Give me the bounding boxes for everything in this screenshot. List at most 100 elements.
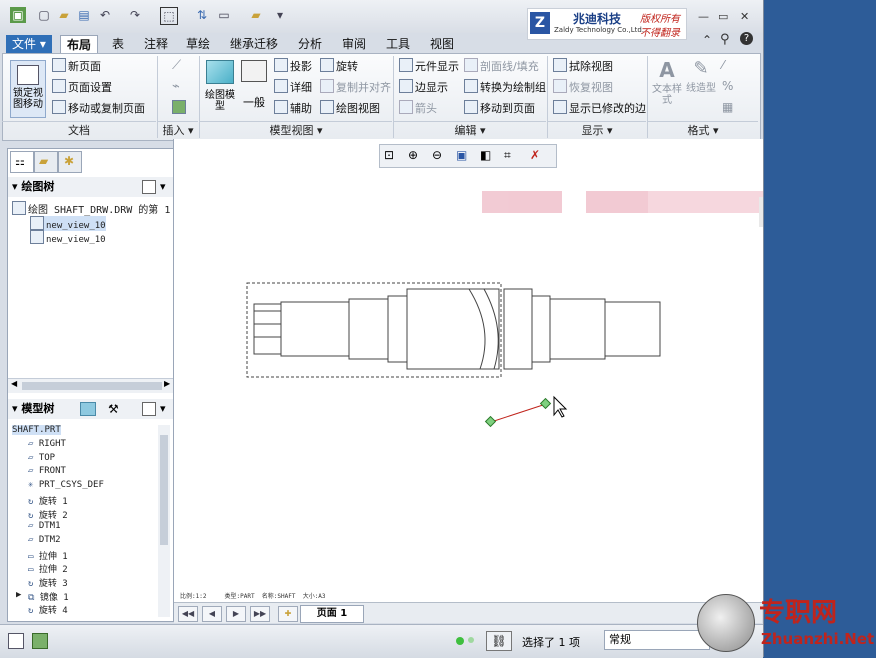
auxiliary-button[interactable]: 辅助	[274, 100, 312, 116]
model-tree-item[interactable]: ▱ DTM1	[28, 521, 61, 531]
page-setup-button[interactable]: 页面设置	[52, 79, 112, 95]
show-modified-edges-button[interactable]: 显示已修改的边	[553, 100, 646, 116]
first-page-button[interactable]: ◀◀	[178, 606, 198, 622]
scroll-left-icon[interactable]: ◀	[11, 379, 17, 388]
scroll-thumb[interactable]	[22, 382, 162, 390]
last-page-button[interactable]: ▶▶	[250, 606, 270, 622]
group-edit[interactable]: 编辑 ▾	[394, 121, 546, 139]
shaft-view[interactable]	[246, 282, 661, 378]
tab-table[interactable]: 表	[106, 35, 130, 53]
model-tree-item[interactable]: ▭ 拉伸 1	[28, 549, 68, 562]
arrow-button[interactable]: 箭头	[399, 100, 437, 116]
scroll-thumb[interactable]	[160, 435, 168, 545]
model-tree-item[interactable]: ↻ 旋转 1	[28, 494, 68, 507]
model-tree-item[interactable]: ↻ 旋转 2	[28, 508, 68, 521]
folder-icon[interactable]: ▰	[248, 7, 264, 23]
regen-icon[interactable]: ⇅	[194, 7, 210, 23]
model-icon[interactable]	[80, 402, 96, 416]
windows-icon[interactable]: ▭	[216, 7, 232, 23]
restore-view-button[interactable]: 恢复视图	[553, 79, 613, 95]
model-tree-item[interactable]: ↻ 旋转 4	[28, 603, 68, 616]
model-tree-item[interactable]: ▱ FRONT	[28, 466, 66, 476]
copy-align-button[interactable]: 复制并对齐	[320, 79, 391, 95]
tools-icon[interactable]: ⚒	[108, 399, 119, 419]
section-line-button[interactable]: 剖面线/填充	[464, 58, 539, 74]
edge-display-button[interactable]: 边显示	[399, 79, 448, 95]
more-icon[interactable]: ▾	[272, 7, 288, 23]
revolve-button[interactable]: 旋转	[320, 58, 358, 74]
drawing-tree-item[interactable]: new_view_10	[30, 216, 106, 231]
group-format[interactable]: 格式 ▾	[648, 121, 758, 139]
detail-button[interactable]: 详细	[274, 79, 312, 95]
filter-select[interactable]: 常规	[604, 630, 710, 650]
model-tree-item[interactable]: ▱ DTM2	[28, 535, 61, 545]
chevron-down-icon[interactable]: ▾	[160, 177, 166, 197]
page-tab[interactable]: 页面 1	[300, 605, 364, 623]
projection-button[interactable]: 投影	[274, 58, 312, 74]
drawing-tree-item[interactable]: new_view_10	[30, 230, 106, 245]
tab-legacy-migration[interactable]: 继承迁移	[224, 35, 284, 53]
previous-page-button[interactable]: ◀	[202, 606, 222, 622]
convert-to-drawing-button[interactable]: 转换为绘制组	[464, 79, 546, 95]
minimize-icon[interactable]: —	[698, 10, 709, 23]
navigator-toggle-icon[interactable]	[8, 633, 24, 649]
move-to-page-button[interactable]: 移动到页面	[464, 100, 535, 116]
model-tree-item[interactable]: ▶ ⧉ 镜像 1	[16, 590, 69, 603]
chevron-down-icon[interactable]: ▾	[160, 399, 166, 419]
new-icon[interactable]: ▢	[36, 7, 52, 23]
format-percent-icon[interactable]: %	[722, 79, 733, 93]
vertical-scrollbar[interactable]	[158, 425, 170, 617]
maximize-icon[interactable]: ▭	[718, 10, 728, 23]
general-view-button[interactable]: 一般	[240, 60, 268, 116]
tab-tools[interactable]: 工具	[380, 35, 416, 53]
drawing-model-button[interactable]: 绘图模型	[204, 60, 236, 116]
drawing-canvas[interactable]: ⊡ ⊕ ⊖ ▣ ◧ ⌗ ✗ 比例:1:2 类型:PART 名称:SHAFT 大小…	[173, 139, 763, 604]
drawing-view-button[interactable]: 绘图视图	[320, 100, 380, 116]
add-page-icon[interactable]: ✚	[278, 606, 298, 622]
panel-tab-folder[interactable]: ▰	[34, 151, 58, 173]
collapse-icon[interactable]: ▾	[12, 402, 18, 415]
browser-toggle-icon[interactable]	[32, 633, 48, 649]
new-page-button[interactable]: 新页面	[52, 58, 101, 74]
select-icon[interactable]: ⬚	[160, 7, 178, 25]
erase-view-button[interactable]: 拭除视图	[553, 58, 613, 74]
tree-settings-icon[interactable]	[142, 402, 156, 416]
scroll-right-icon[interactable]: ▶	[164, 379, 170, 388]
model-tree-item[interactable]: ↻ 旋转 3	[28, 576, 68, 589]
save-icon[interactable]: ▤	[76, 7, 92, 23]
element-display-button[interactable]: 元件显示	[399, 58, 459, 74]
line-style-button[interactable]: ✎ 线造型	[686, 58, 716, 116]
insert-link-icon[interactable]: ⌁	[172, 79, 180, 94]
redo-icon[interactable]: ↷	[127, 7, 143, 23]
model-tree-item[interactable]: ▱ TOP	[28, 453, 55, 463]
insert-image-icon[interactable]	[172, 100, 188, 115]
tab-annotate[interactable]: 注释	[138, 35, 174, 53]
drawing-tree-root[interactable]: 绘图 SHAFT_DRW.DRW 的第 1 页	[12, 201, 186, 216]
expand-icon[interactable]: ▶	[16, 590, 21, 600]
move-copy-page-button[interactable]: 移动或复制页面	[52, 100, 145, 116]
group-model-views[interactable]: 模型视图 ▾	[200, 121, 392, 139]
text-style-button[interactable]: A 文本样式	[652, 58, 682, 116]
sketch-line[interactable]	[484, 395, 568, 428]
tab-layout[interactable]: 布局	[60, 35, 99, 54]
tree-settings-icon[interactable]	[142, 180, 156, 194]
format-stack-icon[interactable]: ▦	[722, 100, 733, 114]
undo-icon[interactable]: ↶	[97, 7, 113, 23]
app-icon[interactable]: ▣	[10, 7, 26, 23]
tab-sketch[interactable]: 草绘	[180, 35, 216, 53]
tab-view[interactable]: 视图	[424, 35, 460, 53]
model-tree-item[interactable]: ▱ RIGHT	[28, 439, 66, 449]
insert-chart-icon[interactable]: ⟋	[172, 58, 181, 73]
group-insert[interactable]: 插入 ▾	[158, 121, 198, 139]
format-hatch-icon[interactable]: ⁄	[722, 58, 724, 72]
open-icon[interactable]: ▰	[56, 7, 72, 23]
model-tree-root[interactable]: SHAFT.PRT	[12, 425, 61, 435]
collapse-icon[interactable]: ▾	[12, 180, 18, 193]
panel-tab-favorites[interactable]: ✱	[58, 151, 82, 173]
close-icon[interactable]: ✕	[740, 10, 749, 23]
tab-file[interactable]: 文件 ▾	[6, 35, 52, 53]
next-page-button[interactable]: ▶	[226, 606, 246, 622]
tab-analysis[interactable]: 分析	[292, 35, 328, 53]
model-tree-item[interactable]: ▭ 拉伸 2	[28, 562, 68, 575]
model-tree-item[interactable]: ✳ PRT_CSYS_DEF	[28, 480, 104, 490]
